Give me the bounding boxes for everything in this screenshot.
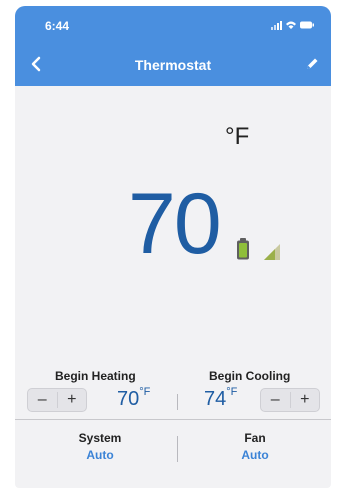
- cooling-increase-button[interactable]: +: [291, 389, 320, 411]
- thermostat-screen: 6:44 Thermostat °F 70 Begin Heating – + …: [15, 6, 331, 488]
- system-label: System: [78, 431, 122, 445]
- begin-heating-label: Begin Heating: [55, 369, 136, 383]
- heating-setpoint-value: 70: [117, 388, 140, 410]
- status-icons: [271, 19, 315, 31]
- page-title: Thermostat: [134, 57, 212, 73]
- fan-mode-value[interactable]: Auto: [195, 448, 315, 462]
- system-mode-value[interactable]: Auto: [40, 448, 160, 462]
- heating-decrease-button[interactable]: –: [28, 389, 57, 411]
- current-temperature: 70: [128, 176, 222, 272]
- setpoints-row: Begin Heating – + 70°F Begin Cooling 74°…: [15, 366, 331, 418]
- cooling-decrease-button[interactable]: –: [261, 389, 290, 411]
- cooling-stepper: – +: [260, 388, 320, 412]
- edit-button[interactable]: [303, 55, 321, 73]
- heating-setpoint: 70°F: [117, 386, 151, 411]
- app-header: 6:44 Thermostat: [15, 6, 331, 86]
- battery-icon: [237, 238, 249, 260]
- begin-cooling-label: Begin Cooling: [209, 369, 291, 383]
- mode-divider: [177, 436, 178, 462]
- status-indicators-icon: [271, 21, 314, 30]
- heating-increase-button[interactable]: +: [58, 389, 87, 411]
- temperature-unit-toggle[interactable]: °F: [225, 123, 249, 151]
- section-divider: [15, 419, 331, 420]
- signal-strength-icon: [264, 244, 280, 260]
- cooling-setpoint: 74°F: [204, 386, 238, 411]
- status-time: 6:44: [45, 19, 70, 33]
- cooling-setpoint-value: 74: [204, 388, 227, 410]
- setpoint-divider: [177, 394, 178, 410]
- pencil-icon: [307, 58, 318, 69]
- cooling-setpoint-unit: °F: [226, 386, 238, 398]
- heating-setpoint-unit: °F: [139, 386, 151, 398]
- heating-stepper: – +: [27, 388, 87, 412]
- fan-label: Fan: [244, 431, 266, 445]
